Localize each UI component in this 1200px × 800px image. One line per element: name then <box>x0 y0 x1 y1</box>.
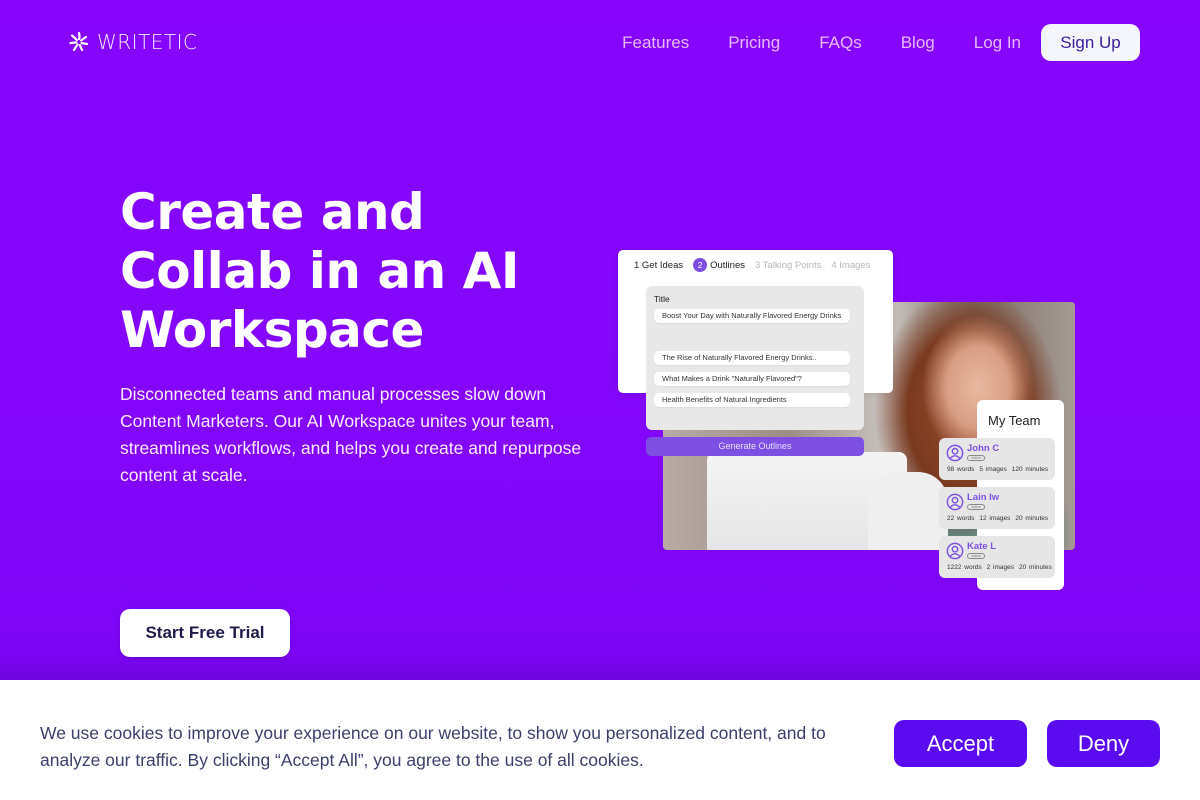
member-stats: 98 words 5 images 120 minutes <box>947 466 1053 473</box>
coat-shape <box>868 472 948 550</box>
wizard-steps: 1 Get Ideas 2 Outlines 3 Talking Points … <box>634 258 880 272</box>
hero-headline: Create and Collab in an AI Workspace <box>120 183 580 360</box>
main-nav: Features Pricing FAQs Blog Log In Sign U… <box>622 24 1140 61</box>
member-name: Kate L <box>967 541 997 552</box>
nav-link-login[interactable]: Log In <box>974 33 1021 53</box>
outline-item: What Makes a Drink "Naturally Flavored"? <box>654 372 850 386</box>
hero-section: WRITETIC Features Pricing FAQs Blog Log … <box>0 0 1200 680</box>
team-member-card: Lain Iw Active 22 words 12 images 20 minut… <box>939 487 1055 529</box>
title-label: Title <box>654 294 670 304</box>
headline-line: Workspace <box>120 301 424 359</box>
user-avatar-icon <box>946 444 964 462</box>
nav-link-blog[interactable]: Blog <box>901 33 935 53</box>
member-words: 1222 words <box>947 564 982 571</box>
my-team-title: My Team <box>988 413 1041 428</box>
step-label: 1 Get Ideas <box>634 259 684 271</box>
member-words: 98 words <box>947 466 975 473</box>
step-label: 3 Talking Points <box>754 259 822 271</box>
cookie-consent-banner: We use cookies to improve your experienc… <box>0 680 1200 800</box>
nav-link-pricing[interactable]: Pricing <box>728 33 780 53</box>
member-words: 22 words <box>947 515 975 522</box>
step-number-badge: 2 <box>693 258 708 272</box>
member-minutes: 120 minutes <box>1011 466 1049 473</box>
sign-up-button[interactable]: Sign Up <box>1041 24 1140 61</box>
step-outlines: 2 Outlines <box>693 258 745 272</box>
sparkle-icon <box>69 31 89 52</box>
step-get-ideas: 1 Get Ideas <box>634 260 683 271</box>
deny-cookies-button[interactable]: Deny <box>1047 720 1160 767</box>
member-minutes: 20 minutes <box>1015 515 1049 522</box>
member-name: Lain Iw <box>967 492 1000 503</box>
outline-item: The Rise of Naturally Flavored Energy Dr… <box>654 351 850 365</box>
step-label: Outlines <box>710 259 745 271</box>
headline-line: Collab in an AI <box>120 242 519 300</box>
member-status-badge: Active <box>967 455 985 461</box>
user-avatar-icon <box>946 493 964 511</box>
accept-cookies-button[interactable]: Accept <box>894 720 1027 767</box>
brand-name: WRITETIC <box>97 30 198 54</box>
outline-item: Health Benefits of Natural Ingredients <box>654 393 850 407</box>
brand-logo[interactable]: WRITETIC <box>67 28 198 56</box>
team-member-card: John C Active 98 words 5 images 120 minute… <box>939 438 1055 480</box>
member-status-badge: Active <box>967 504 985 510</box>
member-images: 12 images <box>979 515 1011 522</box>
nav-link-features[interactable]: Features <box>622 33 689 53</box>
step-talking-points: 3 Talking Points <box>755 260 821 271</box>
member-stats: 1222 words 2 images 20 minutes <box>947 564 1057 571</box>
step-label: 4 Images <box>831 259 871 271</box>
member-status-badge: Active <box>967 553 985 559</box>
title-value: Boost Your Day with Naturally Flavored E… <box>654 309 850 323</box>
outline-panel: Title Boost Your Day with Naturally Flav… <box>646 286 864 430</box>
headline-line: Create and <box>120 183 425 241</box>
nav-link-faqs[interactable]: FAQs <box>819 33 862 53</box>
member-name: John C <box>967 443 1000 454</box>
step-images: 4 Images <box>831 260 870 271</box>
cookie-consent-text: We use cookies to improve your experienc… <box>40 723 826 770</box>
user-avatar-icon <box>946 542 964 560</box>
member-images: 2 images <box>986 564 1014 571</box>
member-images: 5 images <box>979 466 1007 473</box>
hero-subtext: Disconnected teams and manual processes … <box>120 384 582 485</box>
start-free-trial-button[interactable]: Start Free Trial <box>120 609 290 657</box>
generate-outlines-button: Generate Outlines <box>646 437 864 456</box>
member-stats: 22 words 12 images 20 minutes <box>947 515 1053 522</box>
member-minutes: 20 minutes <box>1018 564 1052 571</box>
team-member-card: Kate L Active 1222 words 2 images 20 minut… <box>939 536 1055 578</box>
